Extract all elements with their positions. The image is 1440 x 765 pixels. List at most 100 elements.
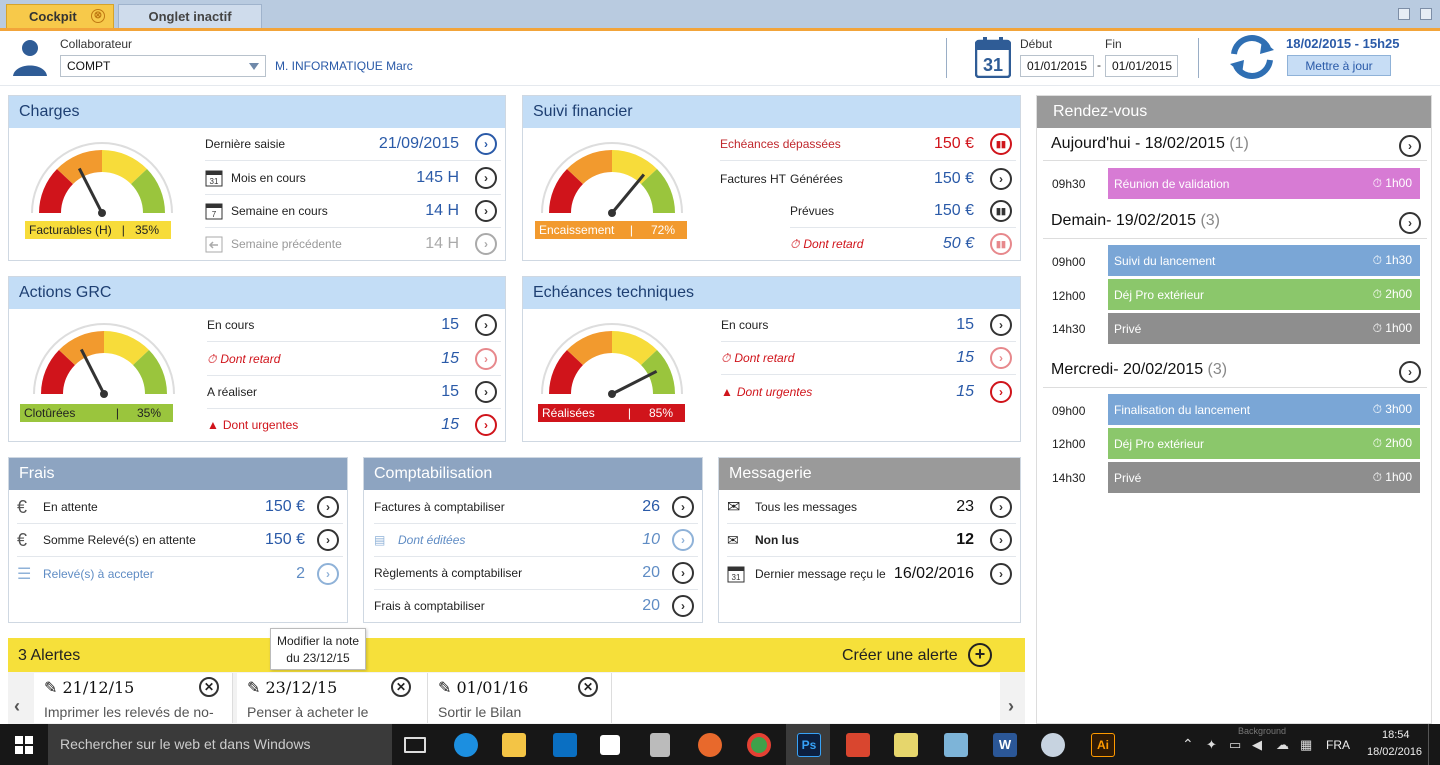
volume-icon[interactable]: ◀: [1252, 737, 1262, 753]
alert-card[interactable]: ✎ 01/01/16 Sortir le Bilan ✕: [428, 673, 612, 723]
chevron-up-icon[interactable]: ⌃: [1182, 736, 1194, 753]
bar-chart-icon[interactable]: ▮▮: [990, 133, 1012, 155]
app-folder-icon[interactable]: [894, 733, 918, 757]
charges-row-semaine[interactable]: 7 Semaine en cours 14 H ›: [205, 195, 501, 228]
keyboard-icon[interactable]: ▦: [1300, 737, 1312, 753]
tab-inactive[interactable]: Onglet inactif: [118, 4, 262, 28]
close-tab-icon[interactable]: ⊗: [91, 9, 105, 23]
language-indicator[interactable]: FRA: [1326, 738, 1350, 752]
chevron-right-icon[interactable]: ›: [672, 562, 694, 584]
photoshop-icon[interactable]: Ps: [797, 733, 821, 757]
collaborateur-select[interactable]: COMPT: [60, 55, 266, 77]
tech-row-dont-retard[interactable]: ⏱ Dont retard 15 ›: [721, 342, 1016, 375]
compta-row-dont-editees[interactable]: ▤ Dont éditées 10 ›: [374, 524, 698, 557]
suivi-row-dont-retard[interactable]: ⏱ Dont retard 50 € ▮▮: [790, 228, 1016, 260]
chevron-right-icon[interactable]: ›: [990, 347, 1012, 369]
frais-row-releves-a-accepter[interactable]: ☰ Relevé(s) à accepter 2 ›: [17, 557, 343, 590]
create-alert-label[interactable]: Créer une alerte: [842, 647, 958, 665]
chevron-right-icon[interactable]: ›: [672, 529, 694, 551]
outlook-icon[interactable]: [553, 733, 577, 757]
delete-alert-icon[interactable]: ✕: [578, 677, 598, 697]
chevron-right-icon[interactable]: ›: [1399, 361, 1421, 383]
chevron-right-icon[interactable]: ›: [317, 496, 339, 518]
rdv-event[interactable]: Déj Pro extérieur ⏱ 2h00: [1108, 428, 1420, 459]
refresh-icon[interactable]: [1226, 34, 1278, 80]
calculator-icon[interactable]: [650, 733, 670, 757]
update-button[interactable]: Mettre à jour: [1287, 55, 1391, 76]
windows-start-icon[interactable]: [15, 736, 33, 754]
chevron-right-icon[interactable]: ›: [990, 380, 1012, 403]
add-alert-icon[interactable]: +: [968, 643, 992, 667]
bar-chart-icon[interactable]: ▮▮: [990, 233, 1012, 255]
chevron-right-icon[interactable]: ›: [990, 562, 1012, 585]
file-explorer-icon[interactable]: [502, 733, 526, 757]
compta-row-factures[interactable]: Factures à comptabiliser 26 ›: [374, 491, 698, 524]
rdv-event[interactable]: Privé ⏱ 1h00: [1108, 462, 1420, 493]
dropbox-icon[interactable]: ✦: [1206, 737, 1217, 753]
chevron-right-icon[interactable]: ›: [990, 167, 1012, 190]
cloud-icon[interactable]: ☁: [1276, 737, 1289, 753]
rdv-event[interactable]: Privé ⏱ 1h00: [1108, 313, 1420, 344]
fin-date-input[interactable]: 01/01/2015: [1105, 55, 1178, 77]
chevron-right-icon[interactable]: ›: [475, 381, 497, 403]
app-eye-icon[interactable]: [1041, 733, 1065, 757]
compta-row-reglements[interactable]: Règlements à comptabiliser 20 ›: [374, 557, 698, 590]
grc-row-a-realiser[interactable]: A réaliser 15 ›: [207, 376, 501, 409]
compta-row-frais[interactable]: Frais à comptabiliser 20 ›: [374, 590, 698, 622]
task-view-icon[interactable]: [404, 737, 426, 753]
chevron-right-icon[interactable]: ›: [475, 414, 497, 436]
edge-browser-icon[interactable]: [454, 733, 478, 757]
illustrator-icon[interactable]: Ai: [1091, 733, 1115, 757]
chevron-right-icon[interactable]: ›: [317, 529, 339, 551]
suivi-row-prevues[interactable]: Prévues 150 € ▮▮: [790, 195, 1016, 228]
network-icon[interactable]: ▭: [1229, 737, 1241, 753]
messagerie-row-dernier[interactable]: 31 Dernier message reçu le 16/02/2016 ›: [727, 557, 1016, 590]
charges-row-semaine-precedente[interactable]: Semaine précédente 14 H ›: [205, 228, 501, 260]
restore-window-icon[interactable]: [1398, 8, 1410, 20]
delete-alert-icon[interactable]: ✕: [391, 677, 411, 697]
charges-row-derniere-saisie[interactable]: Dernière saisie 21/09/2015 ›: [205, 128, 501, 161]
clock-date[interactable]: 18/02/2016: [1367, 746, 1422, 758]
taskbar-search-box[interactable]: Rechercher sur le web et dans Windows: [48, 724, 392, 765]
rdv-event[interactable]: Suivi du lancement ⏱ 1h30: [1108, 245, 1420, 276]
debut-date-input[interactable]: 01/01/2015: [1020, 55, 1094, 77]
alert-card[interactable]: ✎ 23/12/15 Penser à acheter le ✕: [237, 673, 428, 723]
chevron-right-icon[interactable]: ›: [475, 167, 497, 189]
tech-row-dont-urgentes[interactable]: ▲ Dont urgentes 15 ›: [721, 375, 1016, 408]
firefox-icon[interactable]: [698, 733, 722, 757]
chevron-right-icon[interactable]: ›: [990, 496, 1012, 518]
carousel-next-icon[interactable]: ›: [1008, 696, 1014, 717]
clock-time[interactable]: 18:54: [1382, 729, 1410, 741]
tab-cockpit[interactable]: Cockpit ⊗: [6, 4, 114, 28]
chevron-right-icon[interactable]: ›: [672, 595, 694, 617]
tech-row-en-cours[interactable]: En cours 15 ›: [721, 309, 1016, 342]
chevron-right-icon[interactable]: ›: [990, 314, 1012, 336]
frais-row-somme-releves[interactable]: € Somme Relevé(s) en attente 150 € ›: [17, 524, 343, 557]
grc-row-dont-urgentes[interactable]: ▲ Dont urgentes 15 ›: [207, 409, 501, 441]
alert-card[interactable]: ✎ 21/12/15 Imprimer les relevés de no- ✕: [34, 673, 233, 723]
suivi-row-generees[interactable]: Factures HT Générées 150 € ›: [720, 162, 1016, 195]
frais-row-en-attente[interactable]: € En attente 150 € ›: [17, 491, 343, 524]
bar-chart-icon[interactable]: ▮▮: [990, 200, 1012, 222]
chevron-right-icon[interactable]: ›: [990, 529, 1012, 551]
store-icon[interactable]: [600, 735, 620, 755]
word-icon[interactable]: W: [993, 733, 1017, 757]
chevron-right-icon[interactable]: ›: [1399, 212, 1421, 234]
chevron-right-icon[interactable]: ›: [1399, 135, 1421, 157]
chevron-right-icon[interactable]: ›: [475, 348, 497, 370]
calendar-icon[interactable]: 31: [975, 36, 1011, 78]
messagerie-row-non-lus[interactable]: ✉ Non lus 12 ›: [727, 524, 1016, 557]
suivi-row-echeances-depassees[interactable]: Echéances dépassées 150 € ▮▮: [720, 128, 1016, 161]
grc-row-dont-retard[interactable]: ⏱ Dont retard 15 ›: [207, 343, 501, 376]
rdv-event[interactable]: Déj Pro extérieur ⏱ 2h00: [1108, 279, 1420, 310]
app-network-icon[interactable]: [944, 733, 968, 757]
charges-row-mois[interactable]: 31 Mois en cours 145 H ›: [205, 162, 501, 195]
carousel-prev-icon[interactable]: ‹: [14, 696, 20, 717]
grc-row-en-cours[interactable]: En cours 15 ›: [207, 309, 501, 342]
app-red-icon[interactable]: [846, 733, 870, 757]
messagerie-row-tous[interactable]: ✉ Tous les messages 23 ›: [727, 491, 1016, 524]
delete-alert-icon[interactable]: ✕: [199, 677, 219, 697]
chevron-right-icon[interactable]: ›: [475, 233, 497, 255]
rdv-event[interactable]: Réunion de validation ⏱ 1h00: [1108, 168, 1420, 199]
maximize-window-icon[interactable]: [1420, 8, 1432, 20]
